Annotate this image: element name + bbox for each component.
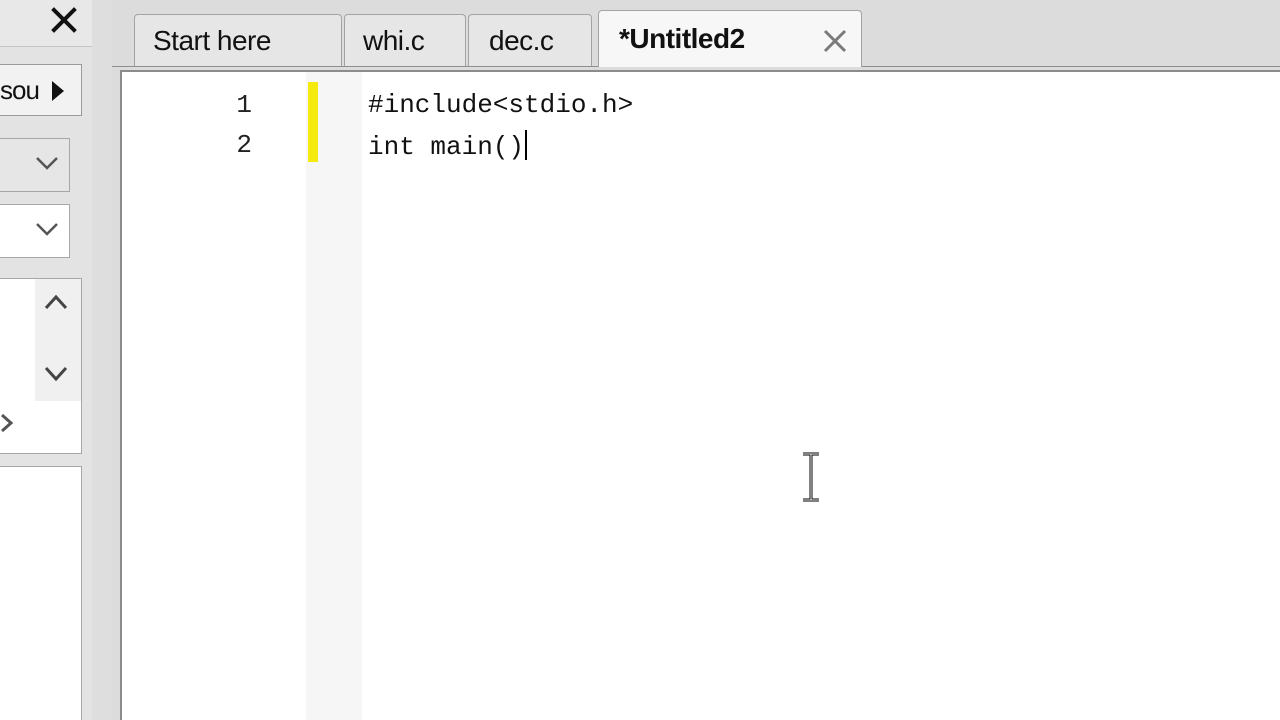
- tab-untitled2[interactable]: *Untitled2: [598, 10, 862, 67]
- ide-window: sou Start here whi.c dec.c *Untitled2 1 …: [0, 0, 1280, 720]
- chevron-down-icon[interactable]: [43, 365, 69, 383]
- close-icon: [51, 7, 77, 33]
- code-line[interactable]: #include<stdio.h>: [368, 90, 633, 120]
- list-vertical-scrollbar[interactable]: [35, 279, 81, 401]
- modified-lines-marker: [308, 82, 318, 162]
- combo-box-1[interactable]: [0, 138, 70, 192]
- fold-margin[interactable]: [306, 72, 362, 720]
- code-text: int main(): [368, 132, 525, 162]
- code-text: #include<stdio.h>: [368, 90, 634, 120]
- chevron-up-icon[interactable]: [43, 293, 69, 311]
- triangle-right-icon[interactable]: [50, 79, 66, 103]
- tab-label: *Untitled2: [619, 23, 745, 54]
- panel-tab-sources[interactable]: sou: [0, 64, 82, 116]
- tab-label: Start here: [153, 24, 271, 56]
- tab-whi-c[interactable]: whi.c: [344, 14, 466, 66]
- panel-close-button[interactable]: [40, 0, 88, 40]
- text-cursor-icon: [803, 452, 819, 502]
- tab-dec-c[interactable]: dec.c: [468, 14, 592, 66]
- chevron-right-icon[interactable]: [0, 413, 14, 433]
- tab-label: whi.c: [363, 24, 425, 56]
- code-editor[interactable]: 1 2 #include<stdio.h> int main(): [120, 70, 1280, 720]
- symbol-list[interactable]: [0, 278, 82, 454]
- management-panel: sou: [0, 0, 93, 720]
- combo-box-2[interactable]: [0, 204, 70, 258]
- close-icon[interactable]: [821, 27, 849, 55]
- editor-area: Start here whi.c dec.c *Untitled2 1 2 #i…: [112, 0, 1280, 720]
- text-caret: [525, 130, 528, 160]
- tab-label: dec.c: [489, 24, 554, 56]
- tab-start-here[interactable]: Start here: [134, 14, 342, 66]
- code-line[interactable]: int main(): [368, 130, 528, 162]
- panel-tab-label: sou: [0, 75, 40, 105]
- workspace-tree[interactable]: [0, 466, 82, 720]
- line-number-gutter: [122, 72, 306, 720]
- line-number: 1: [236, 90, 252, 120]
- line-number: 2: [236, 130, 252, 160]
- panel-splitter[interactable]: [92, 0, 113, 720]
- editor-tab-strip: Start here whi.c dec.c *Untitled2: [112, 0, 1280, 67]
- chevron-down-icon[interactable]: [35, 155, 59, 171]
- chevron-down-icon[interactable]: [35, 221, 59, 237]
